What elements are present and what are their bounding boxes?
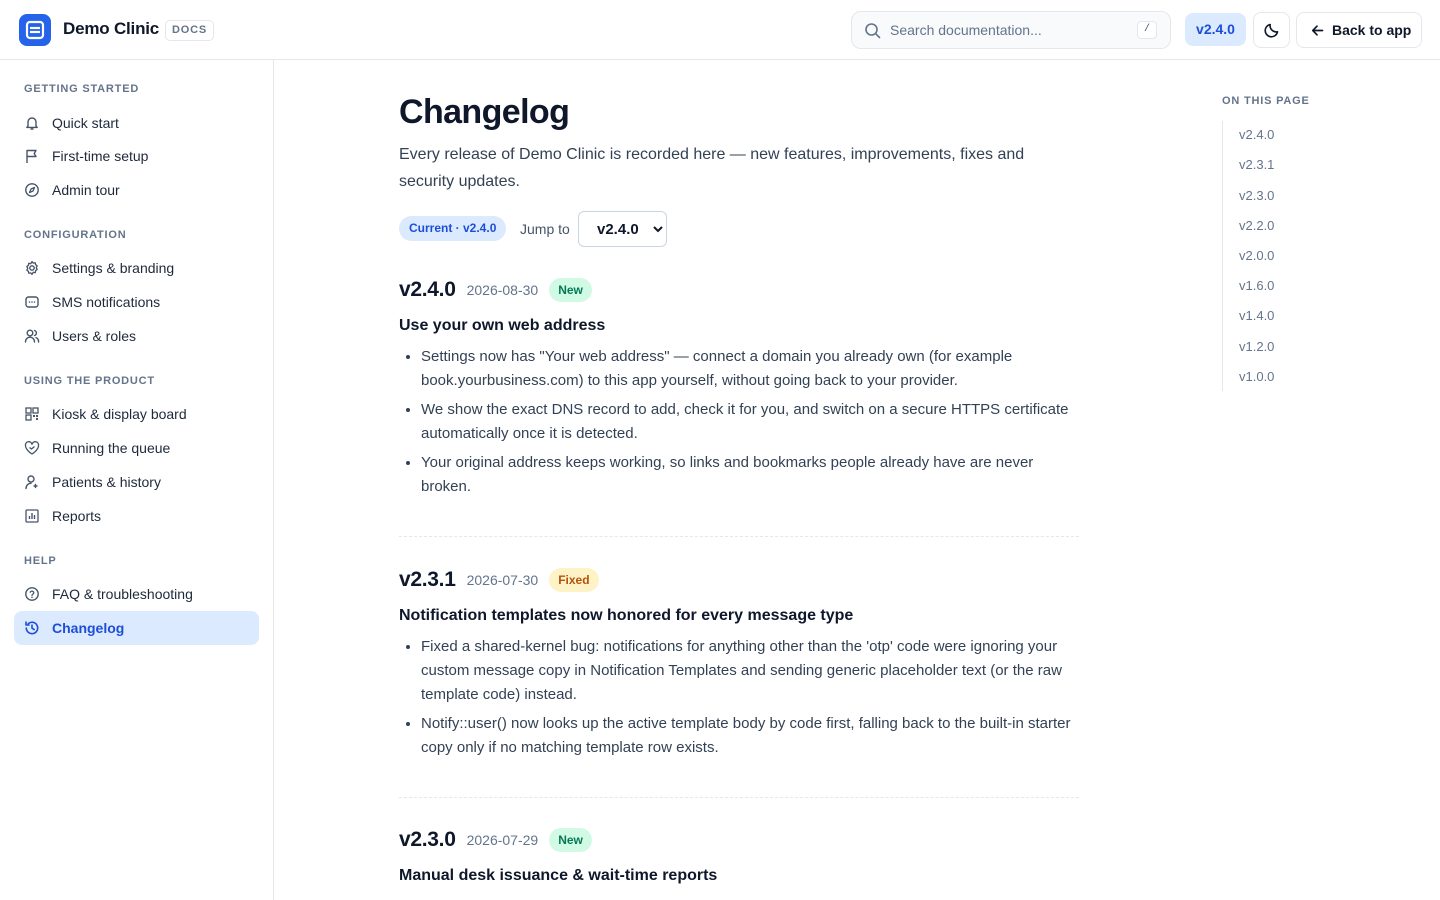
- heart-handshake-icon: [24, 441, 40, 455]
- bar-chart-icon: [25, 509, 39, 523]
- release-title: Manual desk issuance & wait-time reports: [399, 867, 718, 884]
- release-version: v2.4.0: [399, 278, 456, 301]
- toc-link[interactable]: v1.2.0: [1239, 339, 1274, 354]
- release-divider: [399, 797, 1079, 798]
- release-item: Settings now has "Your web address" — co…: [421, 345, 1079, 393]
- logo-icon[interactable]: [19, 14, 51, 46]
- toc-title: ON THIS PAGE: [1222, 95, 1310, 107]
- release-tag: Fixed: [549, 568, 599, 592]
- release-date: 2026-07-30: [466, 572, 539, 588]
- sidebar-item-settings-branding[interactable]: Settings & branding: [14, 251, 259, 285]
- sidebar-item-label: Admin tour: [52, 182, 120, 198]
- sidebar-item-label: FAQ & troubleshooting: [52, 586, 193, 602]
- release-entry: v2.3.0 2026-07-29 New Manual desk issuan…: [399, 826, 1079, 885]
- sidebar-item-label: Running the queue: [52, 440, 171, 456]
- theme-toggle-button[interactable]: [1253, 12, 1290, 48]
- docs-badge: DOCS: [165, 20, 214, 41]
- main-content: Changelog Every release of Demo Clinic i…: [274, 60, 1194, 900]
- toc-link[interactable]: v2.4.0: [1239, 127, 1274, 142]
- release-date: 2026-08-30: [466, 282, 539, 298]
- sidebar-item-label: First-time setup: [52, 148, 149, 164]
- sidebar-section-title: USING THE PRODUCT: [24, 375, 155, 387]
- release-items: Settings now has "Your web address" — co…: [399, 345, 1079, 499]
- release-items: Fixed a shared-kernel bug: notifications…: [399, 635, 1079, 760]
- toc-list: v2.4.0 v2.3.1 v2.3.0 v2.2.0 v2.0.0 v1.6.…: [1222, 121, 1362, 391]
- sidebar-item-label: SMS notifications: [52, 294, 161, 310]
- release-item: We show the exact DNS record to add, che…: [421, 398, 1079, 446]
- brand-name[interactable]: Demo Clinic: [63, 19, 159, 39]
- sidebar-section-title: HELP: [24, 555, 57, 567]
- release-item: Your original address keeps working, so …: [421, 451, 1079, 499]
- sidebar-item-reports[interactable]: Reports: [14, 499, 259, 533]
- page-title: Changelog: [399, 93, 570, 131]
- release-item: Fixed a shared-kernel bug: notifications…: [421, 635, 1079, 707]
- toc-link[interactable]: v2.0.0: [1239, 248, 1274, 263]
- release-title: Notification templates now honored for e…: [399, 607, 854, 624]
- top-header: Demo Clinic DOCS / v2.4.0 Back to app: [0, 0, 1440, 60]
- toc-link[interactable]: v1.6.0: [1239, 278, 1274, 293]
- release-entry: v2.4.0 2026-08-30 New Use your own web a…: [399, 276, 1079, 504]
- toc-link[interactable]: v1.4.0: [1239, 308, 1274, 323]
- sidebar-item-label: Changelog: [52, 620, 125, 636]
- release-title: Use your own web address: [399, 317, 606, 334]
- page-intro: Every release of Demo Clinic is recorded…: [399, 146, 1025, 190]
- sidebar-item-running-the-queue[interactable]: Running the queue: [14, 431, 259, 465]
- arrow-left-icon: [1311, 24, 1324, 36]
- user-icon: [25, 475, 38, 490]
- search-icon: [864, 22, 882, 45]
- release-item: Notify::user() now looks up the active t…: [421, 712, 1079, 760]
- sidebar-item-label: Settings & branding: [52, 260, 175, 276]
- toc-link[interactable]: v2.2.0: [1239, 218, 1274, 233]
- sidebar-item-kiosk-display-board[interactable]: Kiosk & display board: [14, 397, 259, 431]
- sidebar-section-title: CONFIGURATION: [24, 229, 127, 241]
- help-circle-icon: [25, 587, 39, 601]
- release-date: 2026-07-29: [466, 832, 539, 848]
- sidebar-item-label: Reports: [52, 508, 102, 524]
- toc-link[interactable]: v2.3.0: [1239, 188, 1274, 203]
- release-divider: [399, 536, 1079, 537]
- compass-icon: [25, 183, 39, 197]
- flag-icon: [26, 149, 37, 163]
- message-icon: [25, 296, 39, 308]
- toc-link[interactable]: v1.0.0: [1239, 369, 1274, 384]
- release-version: v2.3.1: [399, 568, 456, 591]
- version-chip[interactable]: v2.4.0: [1185, 13, 1246, 46]
- sidebar-item-quick-start[interactable]: Quick start: [14, 106, 259, 140]
- sidebar-section-title: GETTING STARTED: [24, 83, 140, 95]
- bell-icon: [26, 117, 38, 130]
- history-icon: [25, 621, 39, 635]
- back-to-app-button[interactable]: Back to app: [1296, 12, 1422, 48]
- sidebar-item-admin-tour[interactable]: Admin tour: [14, 173, 259, 207]
- release-entry: v2.3.1 2026-07-30 Fixed Notification tem…: [399, 566, 1079, 765]
- sidebar-item-sms-notifications[interactable]: SMS notifications: [14, 285, 259, 319]
- moon-icon: [1263, 23, 1278, 38]
- gear-icon: [26, 260, 38, 276]
- sidebar-nav: GETTING STARTED Quick start First-time s…: [0, 60, 274, 900]
- search-box[interactable]: /: [851, 11, 1171, 49]
- sidebar-item-label: Users & roles: [52, 328, 137, 344]
- sidebar-item-label: Patients & history: [52, 474, 161, 490]
- jump-to-label: Jump to: [520, 221, 570, 237]
- release-tag: New: [549, 278, 592, 302]
- search-input[interactable]: [890, 12, 1130, 48]
- qr-icon: [25, 407, 39, 421]
- release-version: v2.3.0: [399, 828, 456, 851]
- current-version-badge: Current · v2.4.0: [399, 216, 507, 241]
- sidebar-item-label: Kiosk & display board: [52, 406, 187, 422]
- users-icon: [24, 329, 40, 343]
- back-to-app-label: Back to app: [1332, 22, 1412, 38]
- sidebar-item-patients-history[interactable]: Patients & history: [14, 465, 259, 499]
- release-tag: New: [549, 828, 592, 852]
- sidebar-item-faq-troubleshooting[interactable]: FAQ & troubleshooting: [14, 577, 259, 611]
- sidebar-item-users-roles[interactable]: Users & roles: [14, 319, 259, 353]
- jump-to-select[interactable]: v2.4.0: [578, 211, 667, 247]
- toc-link[interactable]: v2.3.1: [1239, 157, 1274, 172]
- search-shortcut-key: /: [1137, 21, 1157, 39]
- sidebar-item-changelog[interactable]: Changelog: [14, 611, 259, 645]
- sidebar-item-first-time-setup[interactable]: First-time setup: [14, 139, 259, 173]
- sidebar-item-label: Quick start: [52, 115, 119, 131]
